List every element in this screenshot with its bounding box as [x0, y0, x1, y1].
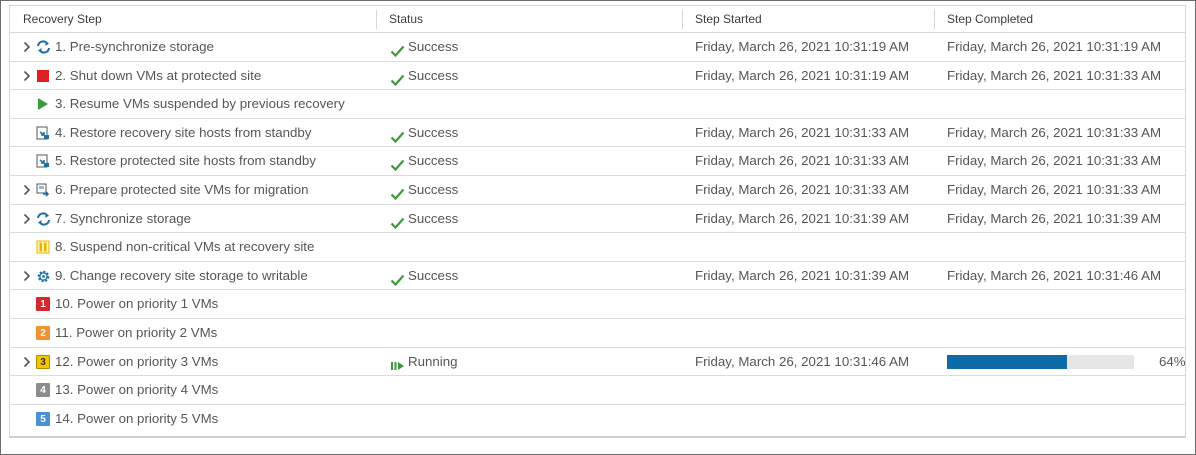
step-started-cell: Friday, March 26, 2021 10:31:33 AM [695, 153, 910, 169]
progress-bar-fill [947, 354, 1067, 369]
status-text: Success [408, 181, 459, 197]
recovery-step-name: 14. Power on priority 5 VMs [55, 410, 219, 426]
recovery-step-name: 13. Power on priority 4 VMs [55, 382, 219, 398]
step-started-cell: Friday, March 26, 2021 10:31:19 AM [695, 39, 910, 54]
recovery-step-name: 7. Synchronize storage [55, 210, 192, 226]
table-row[interactable]: 5 14. Power on priority 5 VMs [10, 405, 1185, 434]
vm-migrate-icon [36, 183, 50, 197]
success-check-icon [390, 40, 405, 58]
recovery-step-name: 2. Shut down VMs at protected site [55, 67, 262, 83]
success-check-icon [390, 269, 405, 286]
host-restore-icon [36, 154, 50, 168]
priority-number: 2 [36, 325, 50, 340]
priority-1-icon: 1 [36, 297, 50, 312]
step-started-cell: Friday, March 26, 2021 10:31:33 AM [695, 181, 910, 197]
play-icon [36, 97, 50, 111]
success-check-icon [390, 183, 405, 201]
table-row[interactable]: 2 11. Power on priority 2 VMs [10, 319, 1185, 348]
chevron-right-icon[interactable] [22, 354, 34, 370]
priority-2-icon: 2 [36, 325, 50, 340]
priority-5-icon: 5 [36, 411, 50, 426]
step-completed-cell: Friday, March 26, 2021 10:31:33 AM [947, 181, 1162, 197]
step-completed-cell: Friday, March 26, 2021 10:31:33 AM [947, 124, 1162, 140]
sync-icon [36, 212, 50, 226]
recovery-step-name: 11. Power on priority 2 VMs [55, 324, 218, 340]
chevron-right-icon[interactable] [22, 39, 34, 55]
priority-number: 5 [36, 411, 50, 426]
table-row[interactable]: 1. Pre-synchronize storage Success Friday,… [10, 33, 1185, 62]
status-text: Success [408, 39, 459, 54]
chevron-right-icon[interactable] [22, 182, 34, 198]
recovery-step-name: 8. Suspend non-critical VMs at recovery … [55, 239, 315, 255]
priority-3-icon: 3 [36, 354, 50, 369]
status-text: Success [408, 210, 459, 226]
status-text: Success [408, 124, 459, 140]
recovery-step-name: 12. Power on priority 3 VMs [55, 353, 219, 369]
recovery-step-name: 6. Prepare protected site VMs for migrat… [55, 181, 309, 197]
priority-number: 4 [36, 383, 50, 398]
step-started-cell: Friday, March 26, 2021 10:31:39 AM [695, 267, 910, 283]
table-row[interactable]: 3 12. Power on priority 3 VMs Running Frida… [10, 348, 1186, 377]
step-started-cell: Friday, March 26, 2021 10:31:19 AM [695, 67, 910, 83]
progress-bar [947, 354, 1134, 369]
recovery-steps-grid: Recovery Step Status Step Started Step C… [9, 5, 1186, 438]
step-started-cell: Friday, March 26, 2021 10:31:33 AM [695, 124, 910, 140]
status-text: Success [408, 153, 459, 169]
table-row[interactable]: 3. Resume VMs suspended by previous reco… [10, 90, 1185, 119]
success-check-icon [390, 69, 405, 86]
window-frame: Recovery Step Status Step Started Step C… [0, 0, 1196, 455]
grid-header: Recovery Step Status Step Started Step C… [10, 6, 1185, 33]
table-row[interactable]: 4 13. Power on priority 4 VMs [10, 376, 1185, 405]
priority-4-icon: 4 [36, 383, 50, 398]
step-completed-cell: Friday, March 26, 2021 10:31:19 AM [947, 39, 1162, 54]
priority-number: 3 [36, 354, 50, 369]
sync-icon [36, 40, 50, 54]
pause-icon [36, 240, 50, 254]
success-check-icon [390, 126, 405, 143]
chevron-right-icon[interactable] [22, 211, 34, 227]
priority-number: 1 [36, 297, 50, 312]
column-header-step-started[interactable]: Step Started [682, 6, 934, 33]
status-text: Running [408, 353, 458, 369]
status-text: Success [408, 67, 459, 83]
column-header-status[interactable]: Status [376, 6, 682, 33]
table-row[interactable]: 7. Synchronize storage Success Friday, Mar… [10, 205, 1185, 234]
gear-icon [36, 269, 50, 283]
step-completed-cell: Friday, March 26, 2021 10:31:46 AM [947, 267, 1162, 283]
step-started-cell: Friday, March 26, 2021 10:31:39 AM [695, 210, 910, 226]
recovery-step-name: 10. Power on priority 1 VMs [55, 296, 219, 312]
recovery-step-name: 5. Restore protected site hosts from sta… [55, 153, 316, 169]
table-row[interactable]: 5. Restore protected site hosts from sta… [10, 147, 1185, 176]
recovery-step-name: 4. Restore recovery site hosts from stan… [55, 124, 312, 140]
step-completed-cell: Friday, March 26, 2021 10:31:39 AM [947, 210, 1162, 226]
success-check-icon [390, 154, 405, 172]
recovery-step-name: 1. Pre-synchronize storage [55, 39, 214, 54]
table-row[interactable]: 4. Restore recovery site hosts from stan… [10, 119, 1185, 148]
status-text: Success [408, 267, 459, 283]
grid-body: 1. Pre-synchronize storage Success Friday,… [10, 33, 1186, 434]
running-icon [390, 355, 405, 370]
step-completed-cell: Friday, March 26, 2021 10:31:33 AM [947, 67, 1162, 83]
table-row[interactable]: 9. Change recovery site storage to writa… [10, 262, 1185, 291]
stop-icon [36, 69, 50, 83]
table-row[interactable]: 1 10. Power on priority 1 VMs [10, 290, 1185, 319]
progress-percent: 64% [1159, 353, 1186, 369]
recovery-step-name: 3. Resume VMs suspended by previous reco… [55, 96, 345, 112]
host-restore-icon [36, 126, 50, 140]
chevron-right-icon[interactable] [22, 68, 34, 84]
column-header-step-completed[interactable]: Step Completed [934, 6, 1186, 33]
step-started-cell: Friday, March 26, 2021 10:31:46 AM [695, 353, 910, 369]
table-row[interactable]: 2. Shut down VMs at protected site Succes… [10, 62, 1185, 91]
column-header-recovery-step[interactable]: Recovery Step [10, 6, 376, 33]
table-row[interactable]: 6. Prepare protected site VMs for migrat… [10, 176, 1185, 205]
table-row[interactable]: 8. Suspend non-critical VMs at recovery … [10, 233, 1185, 262]
chevron-right-icon[interactable] [22, 268, 34, 284]
recovery-step-name: 9. Change recovery site storage to writa… [55, 267, 308, 283]
step-completed-cell: Friday, March 26, 2021 10:31:33 AM [947, 153, 1162, 169]
success-check-icon [390, 212, 405, 229]
